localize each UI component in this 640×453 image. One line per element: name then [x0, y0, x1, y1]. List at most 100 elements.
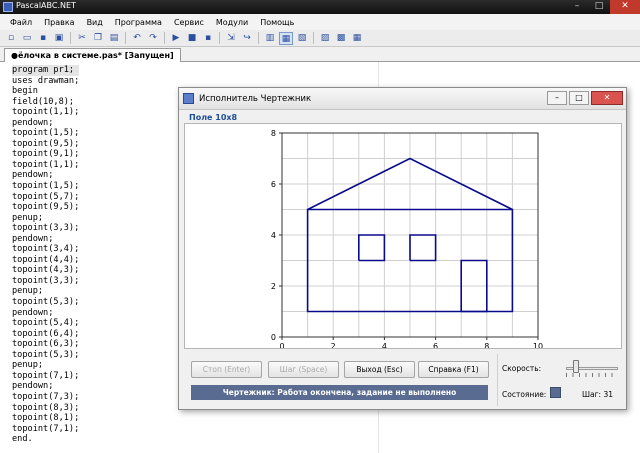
speed-label: Скорость:	[502, 364, 542, 373]
code-text: program pr1; uses drawman; begin field(10,8…	[12, 65, 80, 445]
drawer-minimize-button[interactable]: –	[547, 91, 567, 105]
drawing-svg: 0 2 4 6 8 10 0 2 4 6 8	[271, 129, 543, 348]
toolbar-separator	[125, 32, 126, 44]
state-label: Состояние:	[502, 390, 547, 399]
code-line: topoint(5,4);	[12, 318, 80, 329]
step-into-icon[interactable]: ⇲	[224, 32, 238, 45]
code-line: topoint(4,4);	[12, 254, 80, 265]
view-code-icon[interactable]: ▧	[295, 32, 309, 45]
toolbar-separator	[70, 32, 71, 44]
code-line: penup;	[12, 286, 44, 297]
y-tick-label: 4	[271, 231, 276, 240]
code-line: penup;	[12, 360, 44, 371]
close-button[interactable]: ✕	[610, 0, 640, 14]
view-active-icon[interactable]: ▦	[279, 31, 293, 45]
x-tick-label: 4	[382, 342, 387, 348]
drawing-canvas: 0 2 4 6 8 10 0 2 4 6 8	[184, 123, 622, 349]
code-line: topoint(7,1);	[12, 370, 80, 381]
undo-icon[interactable]: ↶	[130, 32, 144, 45]
new-file-icon[interactable]: ▫	[4, 32, 18, 45]
state-indicator	[550, 387, 561, 398]
code-line: end.	[12, 434, 33, 445]
code-line: topoint(1,1);	[12, 159, 80, 170]
drawer-title: Исполнитель Чертежник	[199, 94, 312, 104]
menu-file[interactable]: Файл	[4, 18, 38, 27]
save-icon[interactable]: ▪	[36, 32, 50, 45]
code-line: topoint(6,4);	[12, 328, 80, 339]
code-line: program pr1;	[12, 65, 80, 76]
form-icon[interactable]: ▨	[318, 32, 332, 45]
redo-icon[interactable]: ↷	[146, 32, 160, 45]
y-tick-label: 6	[271, 180, 276, 189]
exit-button[interactable]: Выход (Esc)	[344, 361, 415, 378]
menu-edit[interactable]: Правка	[38, 18, 80, 27]
menu-modules[interactable]: Модули	[210, 18, 254, 27]
menu-bar: Файл Правка Вид Программа Сервис Модули …	[0, 14, 640, 30]
code-line: topoint(8,3);	[12, 402, 80, 413]
run-icon[interactable]: ▶	[169, 32, 183, 45]
minimize-button[interactable]: –	[566, 0, 588, 14]
code-line: topoint(1,1);	[12, 107, 80, 118]
code-line: pendown;	[12, 307, 54, 318]
code-line: topoint(7,1);	[12, 423, 80, 434]
toolbar-separator	[164, 32, 165, 44]
drawer-window: Исполнитель Чертежник – □ ✕ Поле 10x8 0 2…	[178, 87, 627, 410]
main-titlebar: PascalABC.NET – □ ✕	[0, 0, 640, 14]
code-line: pendown;	[12, 381, 54, 392]
step-button[interactable]: Шаг (Space)	[268, 361, 339, 378]
drawer-maximize-button[interactable]: □	[569, 91, 589, 105]
status-bar: Чертежник: Работа окончена, задание не в…	[191, 385, 488, 400]
code-line: topoint(6,3);	[12, 339, 80, 350]
code-line: topoint(9,5);	[12, 202, 80, 213]
code-line: topoint(8,1);	[12, 413, 80, 424]
code-line: topoint(7,3);	[12, 391, 80, 402]
drawer-close-button[interactable]: ✕	[591, 91, 623, 105]
code-line: topoint(5,3);	[12, 349, 80, 360]
x-tick-label: 10	[533, 342, 543, 348]
step-icon[interactable]: ▪	[201, 32, 215, 45]
code-line: begin	[12, 86, 38, 97]
speed-slider-ticks	[566, 373, 618, 377]
field-label: Поле 10x8	[189, 113, 238, 122]
maximize-button[interactable]: □	[588, 0, 610, 14]
menu-help[interactable]: Помощь	[254, 18, 300, 27]
menu-view[interactable]: Вид	[81, 18, 109, 27]
speed-slider-thumb[interactable]	[573, 360, 580, 373]
code-line: topoint(3,3);	[12, 275, 80, 286]
tab-current-file[interactable]: ●ёлочка в системе.pas* [Запущен]	[4, 48, 181, 62]
code-line: topoint(5,3);	[12, 297, 80, 308]
menu-service[interactable]: Сервис	[168, 18, 210, 27]
code-line: pendown;	[12, 233, 54, 244]
menu-program[interactable]: Программа	[109, 18, 168, 27]
code-line: pendown;	[12, 117, 54, 128]
stop-button[interactable]: Стоп (Enter)	[191, 361, 262, 378]
y-tick-label: 0	[271, 333, 276, 342]
code-line: topoint(3,3);	[12, 223, 80, 234]
x-tick-label: 8	[484, 342, 489, 348]
stop-icon[interactable]: ■	[185, 32, 199, 45]
code-line: penup;	[12, 212, 44, 223]
code-line: topoint(1,5);	[12, 181, 80, 192]
code-line: topoint(9,5);	[12, 138, 80, 149]
form2-icon[interactable]: ▩	[334, 32, 348, 45]
x-tick-label: 0	[279, 342, 284, 348]
cut-icon[interactable]: ✂	[75, 32, 89, 45]
open-file-icon[interactable]: ▭	[20, 32, 34, 45]
toolbar-separator	[219, 32, 220, 44]
form3-icon[interactable]: ▦	[350, 32, 364, 45]
toolbar: ▫ ▭ ▪ ▣ ✂ ❐ ▤ ↶ ↷ ▶ ■ ▪ ⇲ ↪ ▥ ▦ ▧ ▨ ▩ ▦	[0, 30, 640, 47]
help-button[interactable]: Справка (F1)	[418, 361, 489, 378]
toolbar-separator	[258, 32, 259, 44]
house-window	[409, 234, 437, 262]
save-all-icon[interactable]: ▣	[52, 32, 66, 45]
window-title: PascalABC.NET	[16, 1, 76, 10]
code-line: uses drawman;	[12, 75, 80, 86]
copy-icon[interactable]: ❐	[91, 32, 105, 45]
x-tick-label: 6	[433, 342, 438, 348]
paste-icon[interactable]: ▤	[107, 32, 121, 45]
view-icon[interactable]: ▥	[263, 32, 277, 45]
code-line: topoint(9,1);	[12, 149, 80, 160]
tab-bar: ●ёлочка в системе.pas* [Запущен]	[0, 47, 640, 62]
drawer-window-controls: – □ ✕	[545, 91, 623, 105]
step-over-icon[interactable]: ↪	[240, 32, 254, 45]
